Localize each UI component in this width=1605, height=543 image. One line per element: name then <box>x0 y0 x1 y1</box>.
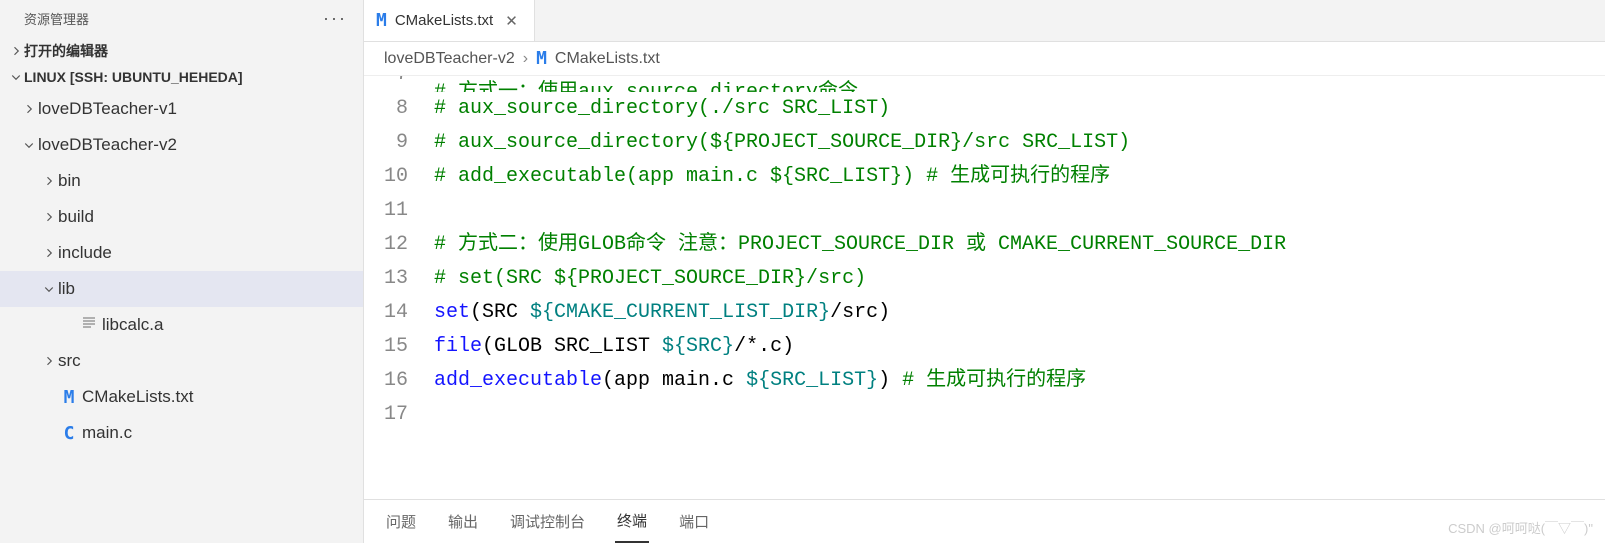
line-number: 14 <box>364 296 434 330</box>
code-line[interactable]: 9# aux_source_directory(${PROJECT_SOURCE… <box>364 126 1605 160</box>
workspace-section[interactable]: LINUX [SSH: UBUNTU_HEHEDA] <box>0 65 363 89</box>
code-line[interactable]: 14set(SRC ${CMAKE_CURRENT_LIST_DIR}/src) <box>364 296 1605 330</box>
line-number: 9 <box>364 126 434 160</box>
tree-folder[interactable]: loveDBTeacher-v2 <box>0 127 363 163</box>
panel-tab[interactable]: 端口 <box>677 501 711 542</box>
tree-item-label: include <box>58 243 112 263</box>
line-number: 10 <box>364 160 434 194</box>
close-icon[interactable]: ✕ <box>501 10 522 32</box>
chevron-down-icon <box>20 139 38 151</box>
tree-item-label: main.c <box>82 423 132 443</box>
chevron-right-icon <box>40 247 58 259</box>
tree-item-label: lib <box>58 279 75 299</box>
file-tree: loveDBTeacher-v1 loveDBTeacher-v2 bin build… <box>0 89 363 453</box>
breadcrumb-segment[interactable]: loveDBTeacher-v2 <box>384 50 515 68</box>
code-editor[interactable]: 7# 方式一：使用aux_source_directory命令8# aux_so… <box>364 76 1605 499</box>
breadcrumb[interactable]: loveDBTeacher-v2 › M CMakeLists.txt <box>364 42 1605 76</box>
sidebar-header: 资源管理器 ··· <box>0 0 363 37</box>
chevron-right-icon <box>40 211 58 223</box>
code-line[interactable]: 11 <box>364 194 1605 228</box>
chevron-right-icon: › <box>523 50 528 68</box>
cmake-file-icon: M <box>376 10 387 31</box>
tree-item-label: src <box>58 351 81 371</box>
tree-item-label: build <box>58 207 94 227</box>
sidebar: 资源管理器 ··· 打开的编辑器 LINUX [SSH: UBUNTU_HEHE… <box>0 0 364 543</box>
line-number: 12 <box>364 228 434 262</box>
chevron-right-icon <box>8 45 24 57</box>
tree-item-label: loveDBTeacher-v1 <box>38 99 177 119</box>
chevron-down-icon <box>8 71 24 83</box>
code-line[interactable]: 12# 方式二：使用GLOB命令 注意：PROJECT_SOURCE_DIR 或… <box>364 228 1605 262</box>
tree-file[interactable]: libcalc.a <box>0 307 363 343</box>
tree-folder[interactable]: bin <box>0 163 363 199</box>
panel-tab[interactable]: 调试控制台 <box>508 501 587 542</box>
chevron-down-icon <box>40 283 58 295</box>
explorer-title: 资源管理器 <box>24 9 89 28</box>
line-number: 16 <box>364 364 434 398</box>
tree-item-label: loveDBTeacher-v2 <box>38 135 177 155</box>
line-number: 17 <box>364 398 434 432</box>
panel-tab[interactable]: 终端 <box>615 500 649 543</box>
tree-folder[interactable]: src <box>0 343 363 379</box>
chevron-right-icon <box>20 103 38 115</box>
more-actions-icon[interactable]: ··· <box>323 8 347 29</box>
file-icon <box>81 315 97 336</box>
panel-tabs: 问题输出调试控制台终端端口 <box>364 499 1605 543</box>
c-file-icon: C <box>64 423 75 444</box>
open-editors-section[interactable]: 打开的编辑器 <box>0 37 363 65</box>
code-line[interactable]: 8# aux_source_directory(./src SRC_LIST) <box>364 92 1605 126</box>
tree-folder[interactable]: lib <box>0 271 363 307</box>
line-number: 7 <box>364 76 434 92</box>
code-line[interactable]: 10# add_executable(app main.c ${SRC_LIST… <box>364 160 1605 194</box>
tree-file[interactable]: M CMakeLists.txt <box>0 379 363 415</box>
cmake-file-icon: M <box>64 387 75 408</box>
panel-tab[interactable]: 问题 <box>384 501 418 542</box>
tree-folder[interactable]: build <box>0 199 363 235</box>
code-line[interactable]: 13# set(SRC ${PROJECT_SOURCE_DIR}/src) <box>364 262 1605 296</box>
breadcrumb-segment[interactable]: CMakeLists.txt <box>555 50 660 68</box>
chevron-right-icon <box>40 355 58 367</box>
line-number: 8 <box>364 92 434 126</box>
panel-tab[interactable]: 输出 <box>446 501 480 542</box>
line-number: 13 <box>364 262 434 296</box>
tree-item-label: libcalc.a <box>102 315 163 335</box>
cmake-file-icon: M <box>536 48 547 69</box>
tab-cmakelists[interactable]: M CMakeLists.txt ✕ <box>364 0 535 41</box>
workspace-label: LINUX [SSH: UBUNTU_HEHEDA] <box>24 69 243 85</box>
tree-item-label: CMakeLists.txt <box>82 387 193 407</box>
editor-tabs: M CMakeLists.txt ✕ <box>364 0 1605 42</box>
code-line[interactable]: 16add_executable(app main.c ${SRC_LIST})… <box>364 364 1605 398</box>
tree-item-label: bin <box>58 171 81 191</box>
tree-file[interactable]: Cmain.c <box>0 415 363 451</box>
code-line[interactable]: 15file(GLOB SRC_LIST ${SRC}/*.c) <box>364 330 1605 364</box>
chevron-right-icon <box>40 175 58 187</box>
tree-folder[interactable]: include <box>0 235 363 271</box>
line-number: 15 <box>364 330 434 364</box>
tab-label: CMakeLists.txt <box>395 12 493 29</box>
code-line[interactable]: 7# 方式一：使用aux_source_directory命令 <box>364 76 1605 92</box>
line-number: 11 <box>364 194 434 228</box>
code-line[interactable]: 17 <box>364 398 1605 432</box>
main-area: M CMakeLists.txt ✕ loveDBTeacher-v2 › M … <box>364 0 1605 543</box>
tree-folder[interactable]: loveDBTeacher-v1 <box>0 91 363 127</box>
open-editors-label: 打开的编辑器 <box>24 41 108 61</box>
